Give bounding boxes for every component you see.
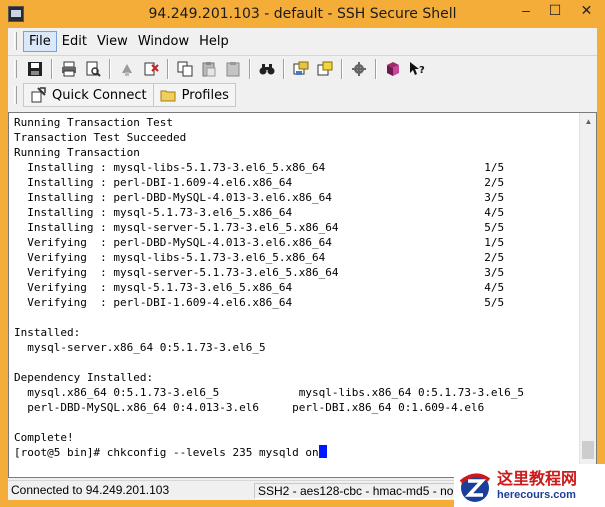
terminal-prompt: [root@5 bin]# chkconfig --levels 235 mys… xyxy=(14,446,319,459)
settings-button[interactable] xyxy=(348,58,370,80)
help-book-icon xyxy=(387,61,399,76)
new-connection-button[interactable] xyxy=(140,58,162,80)
paste-button[interactable] xyxy=(198,58,220,80)
menu-bar: File Edit View Window Help xyxy=(8,30,597,52)
print-button[interactable] xyxy=(58,58,80,80)
toolbar-grip[interactable] xyxy=(14,59,17,78)
terminal-pane[interactable]: Running Transaction Test Transaction Tes… xyxy=(8,112,597,478)
watermark-cn: 这里教程网 xyxy=(497,468,578,488)
folder-icon xyxy=(160,90,176,102)
profiles-label: Profiles xyxy=(181,87,229,103)
title-bar[interactable]: 94.249.201.103 - default - SSH Secure Sh… xyxy=(0,0,605,28)
menu-edit[interactable]: Edit xyxy=(57,32,92,51)
watermark-text: 这里教程网 herecours.com xyxy=(497,468,578,502)
quick-connect-label: Quick Connect xyxy=(52,87,147,103)
toolbar-separator xyxy=(51,58,53,79)
maximize-button[interactable]: ☐ xyxy=(541,0,569,22)
terminal-scrollbar[interactable]: ▲ ▼ xyxy=(579,113,596,477)
toolbar-separator xyxy=(283,58,285,79)
paste-alt-button[interactable] xyxy=(222,58,244,80)
profiles-button[interactable]: Profiles xyxy=(153,83,236,107)
main-toolbar: ? xyxy=(8,55,597,81)
watermark-logo-icon xyxy=(459,473,491,502)
svg-text:?: ? xyxy=(419,65,425,76)
context-help-icon: ? xyxy=(410,61,425,76)
quick-toolbar: Quick Connect Profiles xyxy=(14,82,236,108)
new-connection-icon xyxy=(144,62,159,75)
print-preview-icon xyxy=(86,61,101,77)
find-button[interactable] xyxy=(256,58,278,80)
quick-toolbar-grip[interactable] xyxy=(14,86,17,104)
toolbar-separator xyxy=(167,58,169,79)
watermark: 这里教程网 herecours.com xyxy=(454,464,605,507)
toolbar-separator xyxy=(109,58,111,79)
close-button[interactable]: ✕ xyxy=(568,0,605,22)
disconnect-button[interactable] xyxy=(116,58,138,80)
save-icon xyxy=(28,61,42,76)
connection-status: Connected to 94.249.201.103 xyxy=(11,483,170,497)
file-transfer-button[interactable] xyxy=(290,58,312,80)
help-book-button[interactable] xyxy=(382,58,404,80)
settings-icon xyxy=(352,61,366,76)
print-icon xyxy=(62,61,76,76)
new-terminal-button[interactable] xyxy=(314,58,336,80)
menu-view[interactable]: View xyxy=(92,32,133,51)
copy-button[interactable] xyxy=(174,58,196,80)
watermark-url: herecours.com xyxy=(497,488,576,501)
find-icon xyxy=(259,63,275,74)
toolbar-separator xyxy=(375,58,377,79)
copy-icon xyxy=(177,61,193,76)
disconnect-icon xyxy=(122,63,132,76)
menu-help[interactable]: Help xyxy=(194,32,234,51)
print-preview-button[interactable] xyxy=(82,58,104,80)
save-button[interactable] xyxy=(24,58,46,80)
ssh-window: 94.249.201.103 - default - SSH Secure Sh… xyxy=(0,0,605,507)
context-help-button[interactable]: ? xyxy=(406,58,428,80)
menu-file[interactable]: File xyxy=(23,30,57,52)
scroll-up-icon[interactable]: ▲ xyxy=(580,113,597,130)
paste-icon xyxy=(202,61,216,76)
menu-window[interactable]: Window xyxy=(133,32,194,51)
toolbar-separator xyxy=(341,58,343,79)
terminal-output[interactable]: Running Transaction Test Transaction Tes… xyxy=(14,115,574,475)
terminal-cursor xyxy=(318,445,327,458)
new-terminal-icon xyxy=(317,61,333,75)
menu-grip[interactable] xyxy=(14,32,17,50)
scroll-thumb[interactable] xyxy=(582,441,594,459)
paste-alt-icon xyxy=(226,61,240,76)
file-transfer-icon xyxy=(293,61,309,75)
quick-connect-icon xyxy=(31,87,46,103)
toolbar-separator xyxy=(249,58,251,79)
window-client: File Edit View Window Help ? Quick Conne… xyxy=(8,28,597,500)
cipher-status: SSH2 - aes128-cbc - hmac-md5 - no xyxy=(254,483,456,499)
minimize-button[interactable]: – xyxy=(512,0,540,22)
terminal-lines: Running Transaction Test Transaction Tes… xyxy=(14,116,524,444)
quick-connect-button[interactable]: Quick Connect xyxy=(23,83,154,107)
